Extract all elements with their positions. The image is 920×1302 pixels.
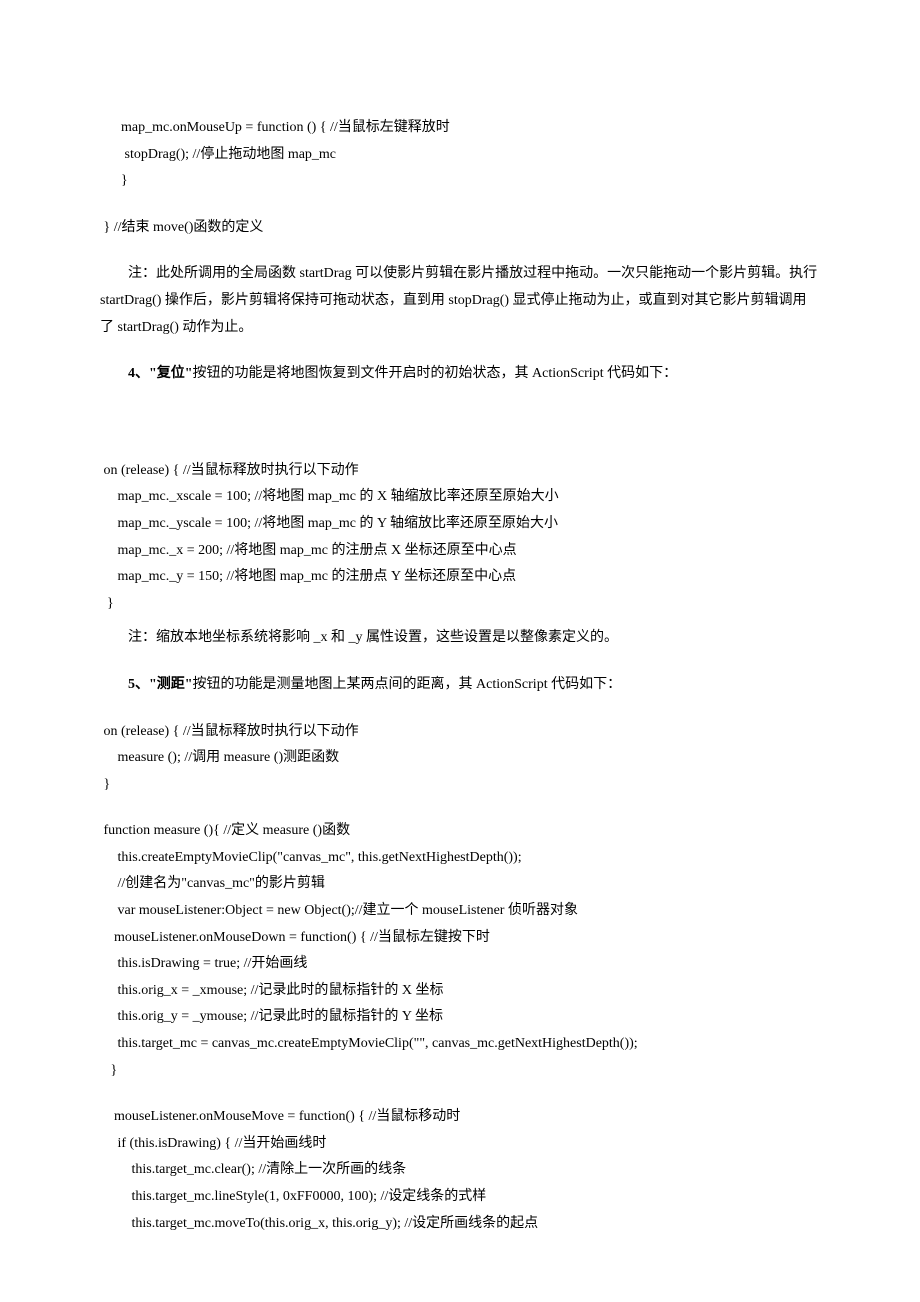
code-line: } bbox=[100, 168, 820, 195]
code-line: map_mc._xscale = 100; //将地图 map_mc 的 X 轴… bbox=[100, 484, 820, 511]
code-line: this.target_mc = canvas_mc.createEmptyMo… bbox=[100, 1031, 820, 1058]
code-line: map_mc._yscale = 100; //将地图 map_mc 的 Y 轴… bbox=[100, 511, 820, 538]
code-line: this.orig_x = _xmouse; //记录此时的鼠标指针的 X 坐标 bbox=[100, 978, 820, 1005]
spacer bbox=[100, 341, 820, 361]
spacer bbox=[100, 195, 820, 215]
code-line: this.target_mc.moveTo(this.orig_x, this.… bbox=[100, 1211, 820, 1238]
code-line: } bbox=[100, 1058, 820, 1085]
code-line: mouseListener.onMouseDown = function() {… bbox=[100, 925, 820, 952]
code-line: map_mc._y = 150; //将地图 map_mc 的注册点 Y 坐标还… bbox=[100, 564, 820, 591]
spacer bbox=[100, 617, 820, 625]
code-line: var mouseListener:Object = new Object();… bbox=[100, 898, 820, 925]
document-page: map_mc.onMouseUp = function () { //当鼠标左键… bbox=[0, 0, 920, 1302]
spacer bbox=[100, 388, 820, 458]
spacer bbox=[100, 798, 820, 818]
code-line: if (this.isDrawing) { //当开始画线时 bbox=[100, 1131, 820, 1158]
spacer bbox=[100, 241, 820, 261]
code-line: on (release) { //当鼠标释放时执行以下动作 bbox=[100, 458, 820, 485]
section-keyword: "复位" bbox=[149, 366, 193, 381]
note-paragraph: 注：此处所调用的全局函数 startDrag 可以使影片剪辑在影片播放过程中拖动… bbox=[100, 261, 820, 341]
section-suffix: 按钮的功能是测量地图上某两点间的距离，其 ActionScript 代码如下： bbox=[193, 677, 622, 692]
code-line: //创建名为"canvas_mc"的影片剪辑 bbox=[100, 871, 820, 898]
spacer bbox=[100, 699, 820, 719]
code-line: this.orig_y = _ymouse; //记录此时的鼠标指针的 Y 坐标 bbox=[100, 1004, 820, 1031]
code-line: } //结束 move()函数的定义 bbox=[100, 215, 820, 242]
code-line: this.target_mc.clear(); //清除上一次所画的线条 bbox=[100, 1157, 820, 1184]
section-5-heading: 5、"测距"按钮的功能是测量地图上某两点间的距离，其 ActionScript … bbox=[100, 672, 820, 699]
section-number: 4、 bbox=[128, 366, 149, 381]
section-4-heading: 4、"复位"按钮的功能是将地图恢复到文件开启时的初始状态，其 ActionScr… bbox=[100, 361, 820, 388]
code-line: stopDrag(); //停止拖动地图 map_mc bbox=[100, 142, 820, 169]
spacer bbox=[100, 652, 820, 672]
note-paragraph-2: 注：缩放本地坐标系统将影响 _x 和 _y 属性设置，这些设置是以整像素定义的。 bbox=[100, 625, 820, 652]
code-line: } bbox=[100, 591, 820, 618]
section-suffix: 按钮的功能是将地图恢复到文件开启时的初始状态，其 ActionScript 代码… bbox=[193, 366, 678, 381]
section-number: 5、 bbox=[128, 677, 149, 692]
code-line: map_mc._x = 200; //将地图 map_mc 的注册点 X 坐标还… bbox=[100, 538, 820, 565]
code-line: on (release) { //当鼠标释放时执行以下动作 bbox=[100, 719, 820, 746]
code-line: this.createEmptyMovieClip("canvas_mc", t… bbox=[100, 845, 820, 872]
code-line: mouseListener.onMouseMove = function() {… bbox=[100, 1104, 820, 1131]
section-keyword: "测距" bbox=[149, 677, 193, 692]
code-line: } bbox=[100, 772, 820, 799]
spacer bbox=[100, 1084, 820, 1104]
code-line: this.isDrawing = true; //开始画线 bbox=[100, 951, 820, 978]
code-line: this.target_mc.lineStyle(1, 0xFF0000, 10… bbox=[100, 1184, 820, 1211]
note-text-2: 注：缩放本地坐标系统将影响 _x 和 _y 属性设置，这些设置是以整像素定义的。 bbox=[128, 630, 618, 645]
code-line: map_mc.onMouseUp = function () { //当鼠标左键… bbox=[100, 115, 820, 142]
code-line: measure (); //调用 measure ()测距函数 bbox=[100, 745, 820, 772]
note-text: 注：此处所调用的全局函数 startDrag 可以使影片剪辑在影片播放过程中拖动… bbox=[100, 266, 817, 334]
code-line: function measure (){ //定义 measure ()函数 bbox=[100, 818, 820, 845]
